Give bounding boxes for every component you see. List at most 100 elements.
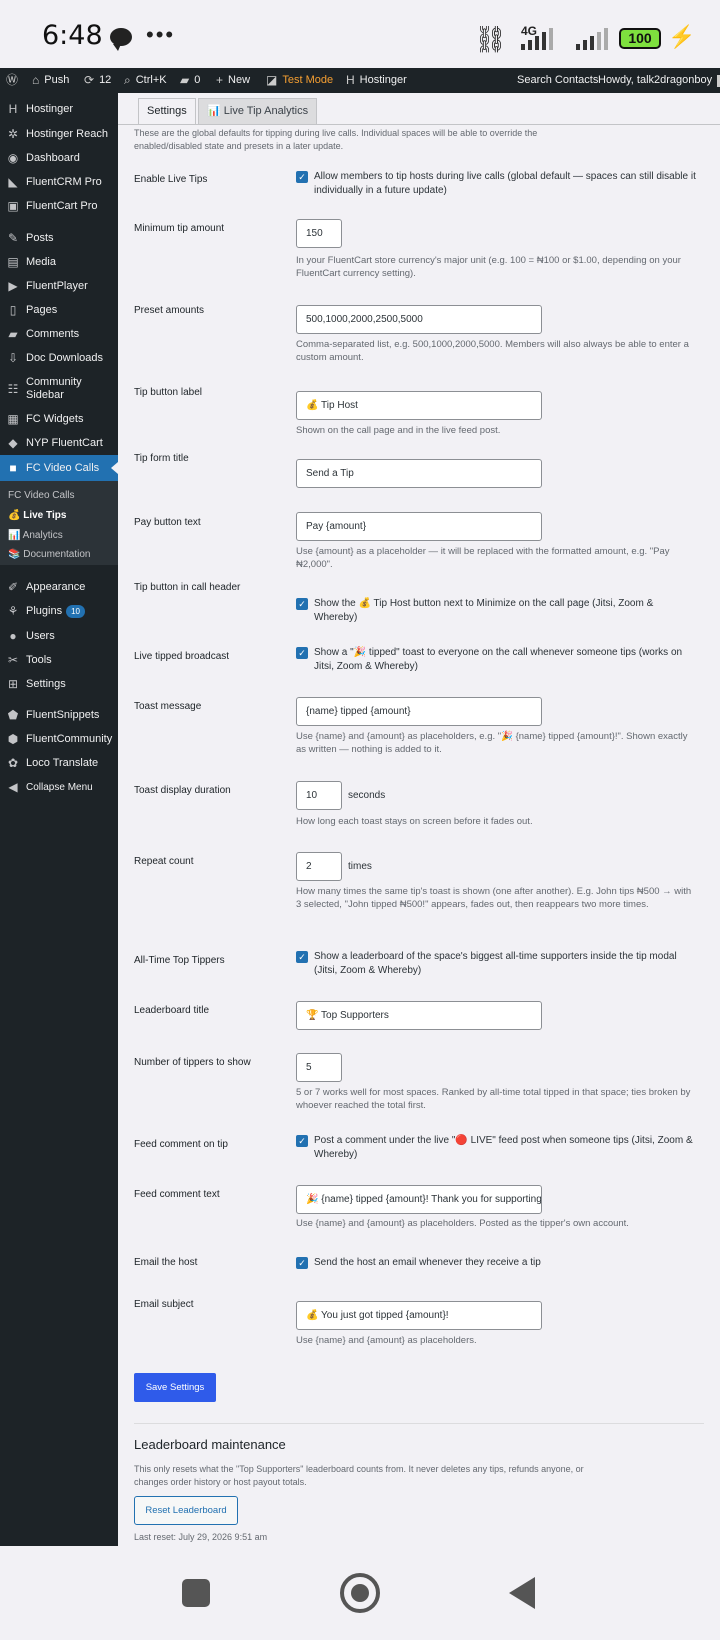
push-link[interactable]: ⌂ Push [32, 68, 69, 93]
hostinger-icon: H [8, 102, 18, 116]
plugin-icon: ⚘ [7, 604, 19, 618]
pay-button-text-desc: Use {amount} as a placeholder — it will … [296, 546, 670, 570]
wordpress-menu[interactable]: Ⓦ [6, 68, 18, 93]
search-contacts-link[interactable]: Search Contacts [517, 68, 598, 93]
search-link[interactable]: ⌕ Ctrl+K [124, 68, 167, 93]
home-icon: ⌂ [32, 73, 40, 87]
sidebar-item-comments[interactable]: ▰ Comments [0, 328, 118, 341]
email-subject-input[interactable]: 💰 You just got tipped {amount}! [296, 1301, 542, 1330]
tab-live-tip-analytics[interactable]: 📊 Live Tip Analytics [198, 98, 318, 125]
hostinger-link[interactable]: H Hostinger [346, 68, 407, 93]
num-tippers-desc: 5 or 7 works well for most spaces. Ranke… [296, 1087, 691, 1111]
leaderboard-title-label: Leaderboard title [134, 1005, 210, 1016]
recent-apps-button[interactable] [182, 1579, 210, 1607]
tip-form-title-label: Tip form title [134, 453, 189, 464]
page-icon: ▯ [9, 303, 17, 317]
reset-leaderboard-button[interactable]: Reset Leaderboard [134, 1496, 238, 1525]
sidebar-item-community-sidebar[interactable]: ☷ Community Sidebar [0, 376, 110, 402]
sidebar-item-media[interactable]: ▤ Media [0, 256, 118, 269]
sidebar-item-fluentcart[interactable]: ▣ FluentCart Pro [0, 200, 118, 213]
sidebar-item-doc-downloads[interactable]: ⇩ Doc Downloads [0, 352, 118, 365]
sidebar-item-tools[interactable]: ✂ Tools [0, 654, 118, 667]
leaderboard-title-input[interactable]: 🏆 Top Supporters [296, 1001, 542, 1030]
sidebar-item-hostinger-reach[interactable]: ✲ Hostinger Reach [0, 128, 118, 141]
tip-form-title-input[interactable]: Send a Tip [296, 459, 542, 488]
link-icon: ⛓ [474, 24, 508, 54]
charging-icon: ⚡ [668, 24, 696, 49]
feed-comment-checkbox[interactable]: ✓ Post a comment under the live "🔴 LIVE" … [296, 1134, 696, 1162]
signal-icon-2 [576, 28, 608, 50]
preset-amounts-desc: Comma-separated list, e.g. 500,1000,2000… [296, 339, 689, 363]
preset-amounts-label: Preset amounts [134, 305, 205, 316]
tab-settings[interactable]: Settings [138, 98, 196, 125]
comments-link[interactable]: ▰ 0 [180, 68, 200, 93]
repeat-count-unit: times [348, 861, 372, 872]
comment-icon: ▰ [8, 327, 18, 341]
sidebar-item-plugins[interactable]: ⚘ Plugins 10 [0, 605, 118, 618]
tag-icon: ◆ [8, 436, 18, 450]
submenu-documentation[interactable]: 📚 Documentation [8, 549, 91, 560]
sidebar-item-posts[interactable]: ✎ Posts [0, 232, 118, 245]
save-settings-button[interactable]: Save Settings [134, 1373, 216, 1402]
broadcast-checkbox[interactable]: ✓ Show a "🎉 tipped" toast to everyone on … [296, 646, 696, 674]
feed-comment-text-input[interactable]: 🎉 {name} tipped {amount}! Thank you for … [296, 1185, 542, 1214]
sidebar-item-fluentcommunity[interactable]: ⬢ FluentCommunity [0, 733, 118, 746]
top-tippers-label: All-Time Top Tippers [134, 955, 225, 966]
settings-icon: ⊞ [7, 677, 19, 691]
check-icon: ✓ [296, 951, 308, 963]
sidebar-item-appearance[interactable]: ✐ Appearance [0, 581, 118, 594]
pay-button-text-input[interactable]: Pay {amount} [296, 512, 542, 541]
num-tippers-input[interactable]: 5 [296, 1053, 342, 1082]
sidebar-item-fluentplayer[interactable]: ▶ FluentPlayer [0, 280, 118, 293]
collapse-icon: ◀ [8, 780, 18, 794]
min-tip-label: Minimum tip amount [134, 223, 225, 234]
home-button[interactable] [340, 1573, 380, 1613]
sidebar-item-fluentsnippets[interactable]: ⬟ FluentSnippets [0, 709, 118, 722]
sidebar-item-settings[interactable]: ⊞ Settings [0, 678, 118, 691]
updates-link[interactable]: ⟳ 12 [84, 68, 111, 93]
email-host-label: Email the host [134, 1257, 198, 1268]
submenu-analytics[interactable]: 📊 Analytics [8, 530, 63, 541]
repeat-count-label: Repeat count [134, 856, 194, 867]
min-tip-input[interactable]: 150 [296, 219, 342, 248]
video-camera-icon: ■ [9, 460, 17, 475]
sidebar-item-dashboard[interactable]: ◉ Dashboard [0, 152, 118, 165]
community-logo-icon: ⬢ [7, 732, 19, 746]
back-button[interactable] [509, 1577, 535, 1609]
broadcast-label: Live tipped broadcast [134, 651, 230, 662]
sidebar-item-pages[interactable]: ▯ Pages [0, 304, 118, 317]
test-mode-link[interactable]: ◪ Test Mode [266, 68, 333, 93]
test-mode-icon: ◪ [266, 73, 278, 87]
pin-icon: ✎ [7, 231, 19, 245]
toast-message-input[interactable]: {name} tipped {amount} [296, 697, 542, 726]
sidebar-item-fc-video-calls[interactable]: ■ FC Video Calls [0, 455, 118, 481]
fluentcrm-icon: ◣ [8, 175, 18, 189]
last-reset-text: Last reset: July 29, 2026 9:51 am [134, 1532, 268, 1542]
wrench-icon: ✂ [7, 653, 19, 667]
enable-live-tips-checkbox[interactable]: ✓ Allow members to tip hosts during live … [296, 170, 696, 198]
refresh-icon: ⟳ [84, 73, 95, 87]
toast-duration-label: Toast display duration [134, 785, 231, 796]
howdy-menu[interactable]: Howdy, talk2dragonboy [598, 68, 720, 93]
toast-duration-unit: seconds [348, 790, 386, 801]
tip-button-label-input[interactable]: 💰 Tip Host [296, 391, 542, 420]
repeat-count-desc: How many times the same tip's toast is s… [296, 886, 692, 910]
submenu-fc-video-calls[interactable]: FC Video Calls [8, 490, 75, 501]
email-host-checkbox[interactable]: ✓ Send the host an email whenever they re… [296, 1256, 696, 1270]
top-tippers-checkbox[interactable]: ✓ Show a leaderboard of the space's bigge… [296, 950, 696, 978]
preset-amounts-input[interactable]: 500,1000,2000,2500,5000 [296, 305, 542, 334]
collapse-menu-button[interactable]: ◀ Collapse Menu [0, 781, 118, 794]
sidebar-item-nyp-fluentcart[interactable]: ◆ NYP FluentCart [0, 437, 118, 450]
header-button-checkbox[interactable]: ✓ Show the 💰 Tip Host button next to Mini… [296, 597, 696, 625]
repeat-count-input[interactable]: 2 [296, 852, 342, 881]
toast-duration-input[interactable]: 10 [296, 781, 342, 810]
sidebar-item-users[interactable]: ● Users [0, 630, 118, 643]
snippets-icon: ⬟ [7, 708, 19, 722]
sidebar-item-hostinger[interactable]: H Hostinger [0, 103, 118, 116]
submenu-live-tips[interactable]: 💰 Live Tips [8, 510, 66, 521]
sidebar-item-loco-translate[interactable]: ✿ Loco Translate [0, 757, 118, 770]
brush-icon: ✐ [7, 580, 19, 594]
sidebar-item-fluentcrm[interactable]: ◣ FluentCRM Pro [0, 176, 118, 189]
sidebar-item-fc-widgets[interactable]: ▦ FC Widgets [0, 413, 118, 426]
new-link[interactable]: + New [216, 68, 250, 93]
